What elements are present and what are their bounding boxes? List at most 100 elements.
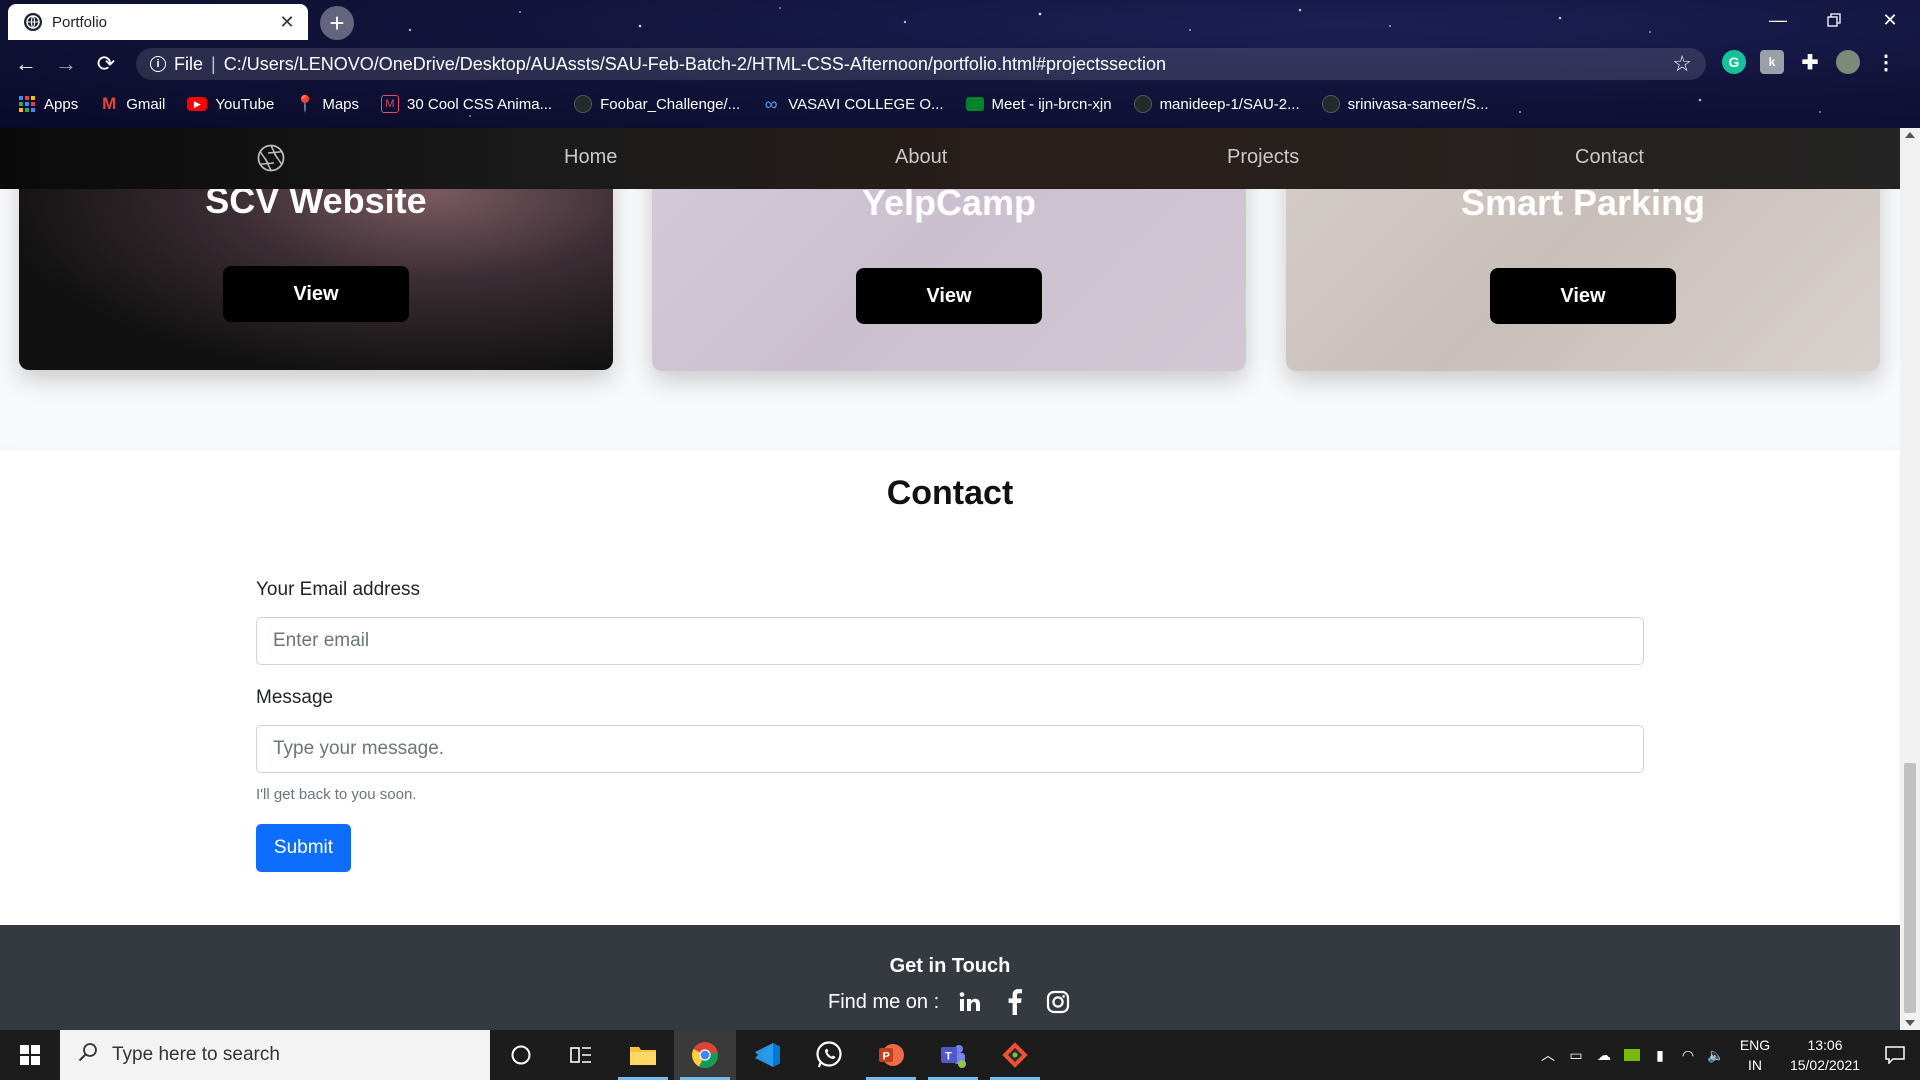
link-icon: ∞ — [764, 93, 778, 114]
file-explorer-icon[interactable] — [612, 1030, 674, 1080]
url-text[interactable]: C:/Users/LENOVO/OneDrive/Desktop/AUAssts… — [224, 54, 1166, 75]
gmail-icon: M — [102, 94, 117, 113]
browser-toolbar: ← → ⟳ i File | C:/Users/LENOVO/OneDrive/… — [0, 44, 1920, 84]
taskbar-search-box[interactable]: Type here to search — [60, 1030, 490, 1080]
address-bar[interactable]: i File | C:/Users/LENOVO/OneDrive/Deskto… — [136, 48, 1706, 80]
forward-arrow-icon[interactable]: → — [46, 46, 86, 82]
nav-projects[interactable]: Projects — [1227, 146, 1299, 169]
more-menu-icon[interactable]: ⋮ — [1874, 50, 1898, 74]
clock[interactable]: 13:06 15/02/2021 — [1780, 1035, 1870, 1075]
windows-taskbar: Type here to search P T ︿ ▭ ☁ ▮ ◠ 🔈 ENG … — [0, 1030, 1920, 1080]
bookmark-label: Gmail — [126, 95, 166, 113]
svg-text:T: T — [945, 1051, 952, 1063]
contact-header: Contact — [0, 450, 1900, 540]
message-label: Message — [256, 687, 334, 708]
chrome-icon[interactable] — [674, 1030, 736, 1080]
grammarly-icon[interactable]: G — [1722, 50, 1746, 74]
scrollbar-thumb[interactable] — [1904, 763, 1916, 1013]
bookmark-foobar[interactable]: Foobar_Challenge/... — [574, 95, 740, 113]
cortana-icon[interactable] — [490, 1030, 552, 1080]
site-footer: Get in Touch Find me on : — [0, 925, 1900, 1030]
bookmark-manideep[interactable]: manideep-1/SAU-2... — [1133, 95, 1300, 113]
info-icon[interactable]: i — [150, 56, 166, 72]
facebook-icon[interactable] — [1001, 989, 1027, 1015]
task-view-icon[interactable] — [550, 1030, 612, 1080]
submit-button[interactable]: Submit — [256, 824, 351, 872]
scroll-down-arrow-icon[interactable] — [1905, 1020, 1915, 1026]
bookmark-maps[interactable]: 📍 Maps — [295, 95, 359, 114]
bookmark-srinivasa[interactable]: srinivasa-sameer/S... — [1321, 95, 1489, 113]
minimize-window-icon[interactable]: — — [1750, 0, 1806, 40]
nvidia-icon[interactable] — [1618, 1030, 1646, 1080]
back-arrow-icon[interactable]: ← — [6, 46, 46, 82]
bookmark-label: YouTube — [215, 95, 275, 113]
speaker-icon[interactable]: 🔈 — [1702, 1030, 1730, 1080]
powerpoint-icon[interactable]: P — [860, 1030, 922, 1080]
wifi-icon[interactable]: ◠ — [1674, 1030, 1702, 1080]
bookmark-meet[interactable]: Meet - ijn-brcn-xjn — [965, 95, 1112, 113]
notifications-icon[interactable] — [1870, 1030, 1920, 1080]
clock-date: 15/02/2021 — [1789, 1057, 1861, 1073]
chevron-up-icon[interactable]: ︿ — [1534, 1030, 1562, 1080]
linkedin-icon[interactable] — [957, 989, 983, 1015]
bookmark-youtube[interactable]: ▶ YouTube — [187, 96, 274, 113]
page-scrollbar[interactable] — [1900, 128, 1920, 1030]
bookmark-label: 30 Cool CSS Anima... — [407, 95, 553, 113]
bookmark-label: Meet - ijn-brcn-xjn — [991, 95, 1112, 113]
windows-start-icon[interactable] — [0, 1030, 60, 1080]
git-client-icon[interactable] — [984, 1030, 1046, 1080]
form-hint: I'll get back to you soon. — [256, 786, 417, 803]
camera-icon[interactable]: ▭ — [1562, 1030, 1590, 1080]
message-field[interactable]: Type your message. — [256, 725, 1644, 773]
nav-about[interactable]: About — [895, 146, 947, 169]
browser-tab-portfolio[interactable]: Portfolio ✕ — [8, 4, 308, 40]
close-window-icon[interactable]: ✕ — [1862, 0, 1918, 40]
bookmark-star-icon[interactable]: ☆ — [1672, 51, 1692, 77]
bookmark-label: manideep-1/SAU-2... — [1159, 95, 1300, 113]
instagram-icon[interactable] — [1045, 989, 1071, 1015]
contact-form: Your Email address Enter email Message T… — [0, 540, 1900, 925]
email-field[interactable]: Enter email — [256, 617, 1644, 665]
bookmark-label: Apps — [44, 95, 79, 113]
new-tab-button[interactable]: + — [320, 6, 354, 40]
bookmark-vasavi[interactable]: ∞ VASAVI COLLEGE O... — [762, 93, 944, 114]
bookmark-label: VASAVI COLLEGE O... — [788, 95, 944, 113]
nav-contact[interactable]: Contact — [1575, 146, 1644, 169]
github-icon — [1321, 95, 1340, 113]
url-separator: | — [211, 53, 216, 74]
onedrive-cloud-icon[interactable]: ☁ — [1590, 1030, 1618, 1080]
lang-region: IN — [1748, 1057, 1762, 1073]
bookmark-gmail[interactable]: M Gmail — [100, 94, 166, 113]
bookmark-css-animations[interactable]: M 30 Cool CSS Anima... — [381, 95, 552, 113]
view-button[interactable]: View — [856, 268, 1042, 324]
bookmark-label: srinivasa-sameer/S... — [1347, 95, 1489, 113]
reload-icon[interactable]: ⟳ — [86, 46, 126, 82]
whatsapp-icon[interactable] — [798, 1030, 860, 1080]
page-viewport: SCV Website View YelpCamp View Smart Par… — [0, 128, 1900, 1030]
extension-icon[interactable]: k — [1760, 50, 1784, 74]
aperture-logo-icon[interactable] — [256, 143, 286, 173]
system-tray: ︿ ▭ ☁ ▮ ◠ 🔈 ENG IN 13:06 15/02/2021 — [1534, 1030, 1920, 1080]
input-language[interactable]: ENG IN — [1730, 1035, 1780, 1075]
vscode-icon[interactable] — [736, 1030, 798, 1080]
scroll-up-arrow-icon[interactable] — [1905, 132, 1915, 138]
restore-window-icon[interactable] — [1806, 0, 1862, 40]
battery-icon[interactable]: ▮ — [1646, 1030, 1674, 1080]
view-button[interactable]: View — [223, 266, 409, 322]
apps-grid-icon — [18, 95, 36, 113]
bookmark-apps[interactable]: Apps — [18, 95, 78, 113]
nav-home[interactable]: Home — [564, 146, 617, 169]
view-button[interactable]: View — [1490, 268, 1676, 324]
puzzle-extensions-icon[interactable]: ✚ — [1798, 50, 1822, 74]
bookmark-label: Foobar_Challenge/... — [600, 95, 741, 113]
site-navbar: Home About Projects Contact — [0, 128, 1900, 189]
github-icon — [574, 95, 593, 113]
profile-avatar-icon[interactable] — [1836, 50, 1860, 74]
search-placeholder: Type here to search — [112, 1044, 280, 1065]
tab-title: Portfolio — [52, 13, 108, 31]
close-tab-icon[interactable]: ✕ — [276, 12, 298, 33]
teams-icon[interactable]: T — [922, 1030, 984, 1080]
email-label: Your Email address — [256, 579, 421, 600]
search-icon — [78, 1042, 98, 1068]
mail-icon: M — [381, 95, 400, 113]
